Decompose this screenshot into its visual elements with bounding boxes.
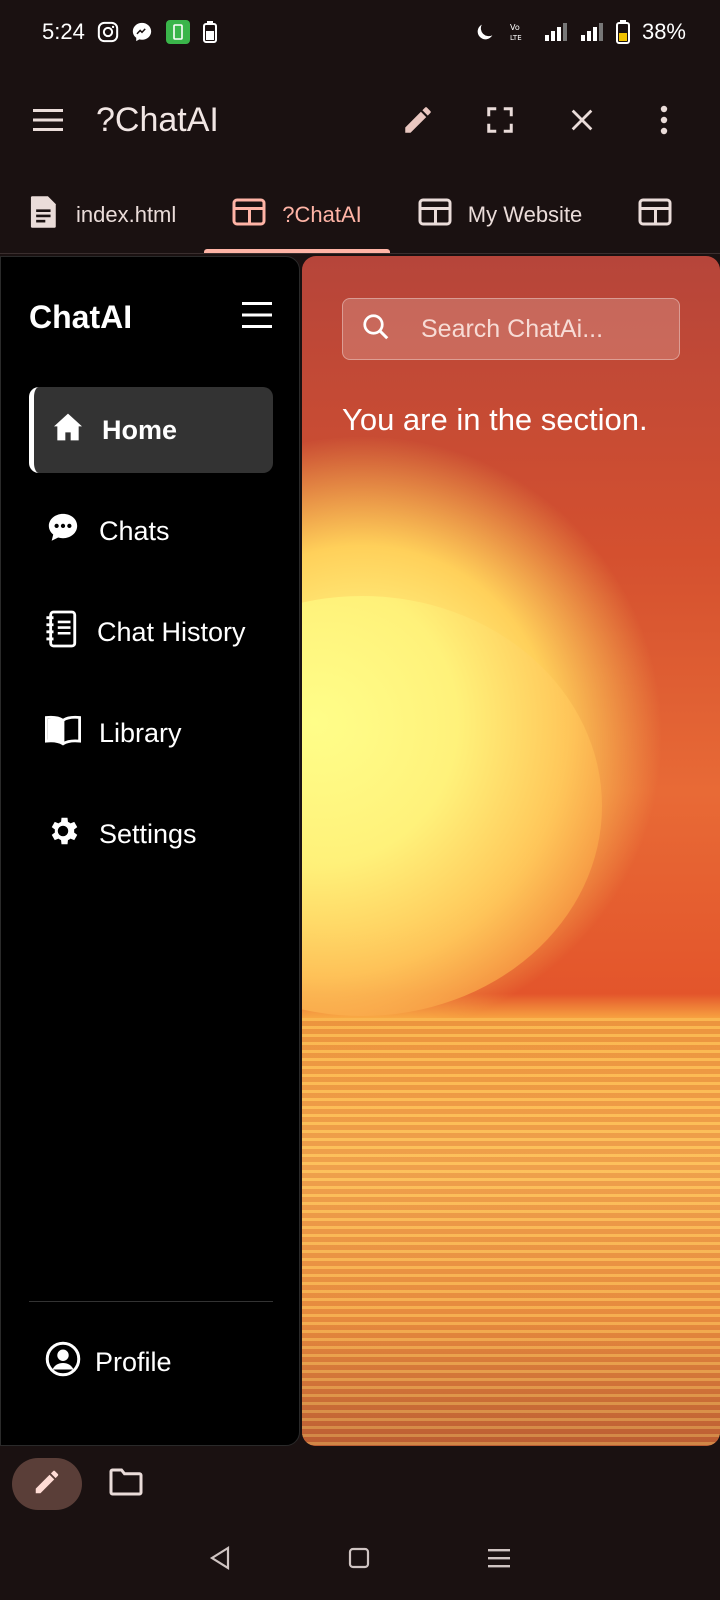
app-title: ?ChatAI bbox=[96, 100, 219, 139]
sea-background-image bbox=[302, 1018, 720, 1446]
web-icon bbox=[418, 198, 452, 232]
instagram-icon bbox=[97, 21, 119, 43]
status-time: 5:24 bbox=[42, 19, 85, 44]
tab-strip: index.html ?ChatAI My Website bbox=[0, 176, 720, 254]
sidebar-item-chats[interactable]: Chats bbox=[29, 488, 273, 574]
web-icon bbox=[638, 198, 672, 232]
sunset-background-image bbox=[302, 596, 602, 1016]
battery-percent: 38% bbox=[641, 19, 686, 44]
sidebar-item-label: Home bbox=[102, 414, 178, 445]
volte-icon: Vo LTE bbox=[508, 21, 532, 43]
recents-menu-icon[interactable] bbox=[486, 1546, 512, 1575]
back-icon[interactable] bbox=[208, 1545, 232, 1576]
sidebar-item-home[interactable]: Home bbox=[29, 387, 273, 473]
sidebar-item-library[interactable]: Library bbox=[29, 690, 273, 776]
tab-index-html[interactable]: index.html bbox=[0, 176, 204, 253]
phone-screen: 5:24 Vo LTE 38% ?ChatAI index.html ?Chat… bbox=[0, 0, 720, 1600]
sidebar-item-settings[interactable]: Settings bbox=[29, 791, 273, 877]
pencil-icon[interactable] bbox=[400, 102, 436, 138]
search-placeholder: Search ChatAi... bbox=[421, 314, 604, 343]
battery-icon bbox=[615, 20, 630, 44]
battery-small-icon bbox=[202, 21, 217, 43]
web-preview: ChatAI Home Chats Chat History Library S… bbox=[0, 256, 720, 1448]
pencil-icon bbox=[32, 1467, 62, 1502]
search-input[interactable]: Search ChatAi... bbox=[342, 298, 680, 360]
bottom-toolbar bbox=[0, 1448, 720, 1520]
sidebar-item-label: Library bbox=[99, 717, 182, 748]
history-notebook-icon bbox=[45, 610, 79, 655]
search-icon bbox=[361, 312, 391, 347]
tab-chatai[interactable]: ?ChatAI bbox=[204, 176, 390, 253]
folder-icon[interactable] bbox=[108, 1467, 144, 1502]
messenger-icon bbox=[131, 21, 153, 43]
user-circle-icon bbox=[45, 1341, 81, 1384]
hamburger-menu-icon[interactable] bbox=[241, 300, 273, 335]
fullscreen-icon[interactable] bbox=[482, 102, 518, 138]
gear-icon bbox=[45, 813, 81, 856]
app-badge-icon bbox=[165, 19, 191, 45]
sidebar-item-label: Chats bbox=[99, 515, 170, 546]
chat-bubble-icon bbox=[45, 511, 81, 552]
tab-overflow[interactable] bbox=[610, 176, 700, 253]
section-message: You are in the section. bbox=[342, 402, 648, 437]
close-icon[interactable] bbox=[564, 102, 600, 138]
sidebar-item-label: Settings bbox=[99, 818, 197, 849]
main-panel: Search ChatAi... You are in the section. bbox=[302, 256, 720, 1446]
more-vert-icon[interactable] bbox=[646, 102, 682, 138]
sidebar-item-label: Chat History bbox=[97, 616, 246, 647]
home-square-icon[interactable] bbox=[347, 1546, 371, 1575]
moon-icon bbox=[474, 21, 496, 43]
sidebar-item-chat-history[interactable]: Chat History bbox=[29, 589, 273, 675]
sidebar-item-profile[interactable]: Profile bbox=[45, 1341, 172, 1384]
status-bar: 5:24 Vo LTE 38% bbox=[0, 0, 720, 64]
tab-label: ?ChatAI bbox=[282, 201, 362, 227]
tab-my-website[interactable]: My Website bbox=[390, 176, 611, 253]
home-icon bbox=[52, 411, 84, 450]
profile-label: Profile bbox=[95, 1347, 172, 1377]
signal-icon bbox=[544, 22, 568, 42]
system-navigation-bar bbox=[0, 1520, 720, 1600]
hamburger-menu-icon[interactable] bbox=[30, 102, 66, 138]
edit-button[interactable] bbox=[12, 1458, 82, 1510]
app-bar: ?ChatAI bbox=[0, 70, 720, 170]
svg-text:LTE: LTE bbox=[510, 34, 522, 42]
signal-icon bbox=[580, 22, 604, 42]
document-icon bbox=[28, 195, 60, 235]
brand-title: ChatAI bbox=[29, 298, 133, 335]
book-icon bbox=[45, 714, 81, 753]
tab-label: My Website bbox=[467, 201, 583, 227]
sidebar-divider bbox=[29, 1301, 273, 1302]
svg-text:Vo: Vo bbox=[510, 23, 520, 32]
tab-label: index.html bbox=[76, 201, 177, 227]
sidebar: ChatAI Home Chats Chat History Library S… bbox=[0, 256, 300, 1446]
web-icon bbox=[232, 198, 266, 232]
sidebar-nav: Home Chats Chat History Library Settings bbox=[29, 387, 273, 892]
